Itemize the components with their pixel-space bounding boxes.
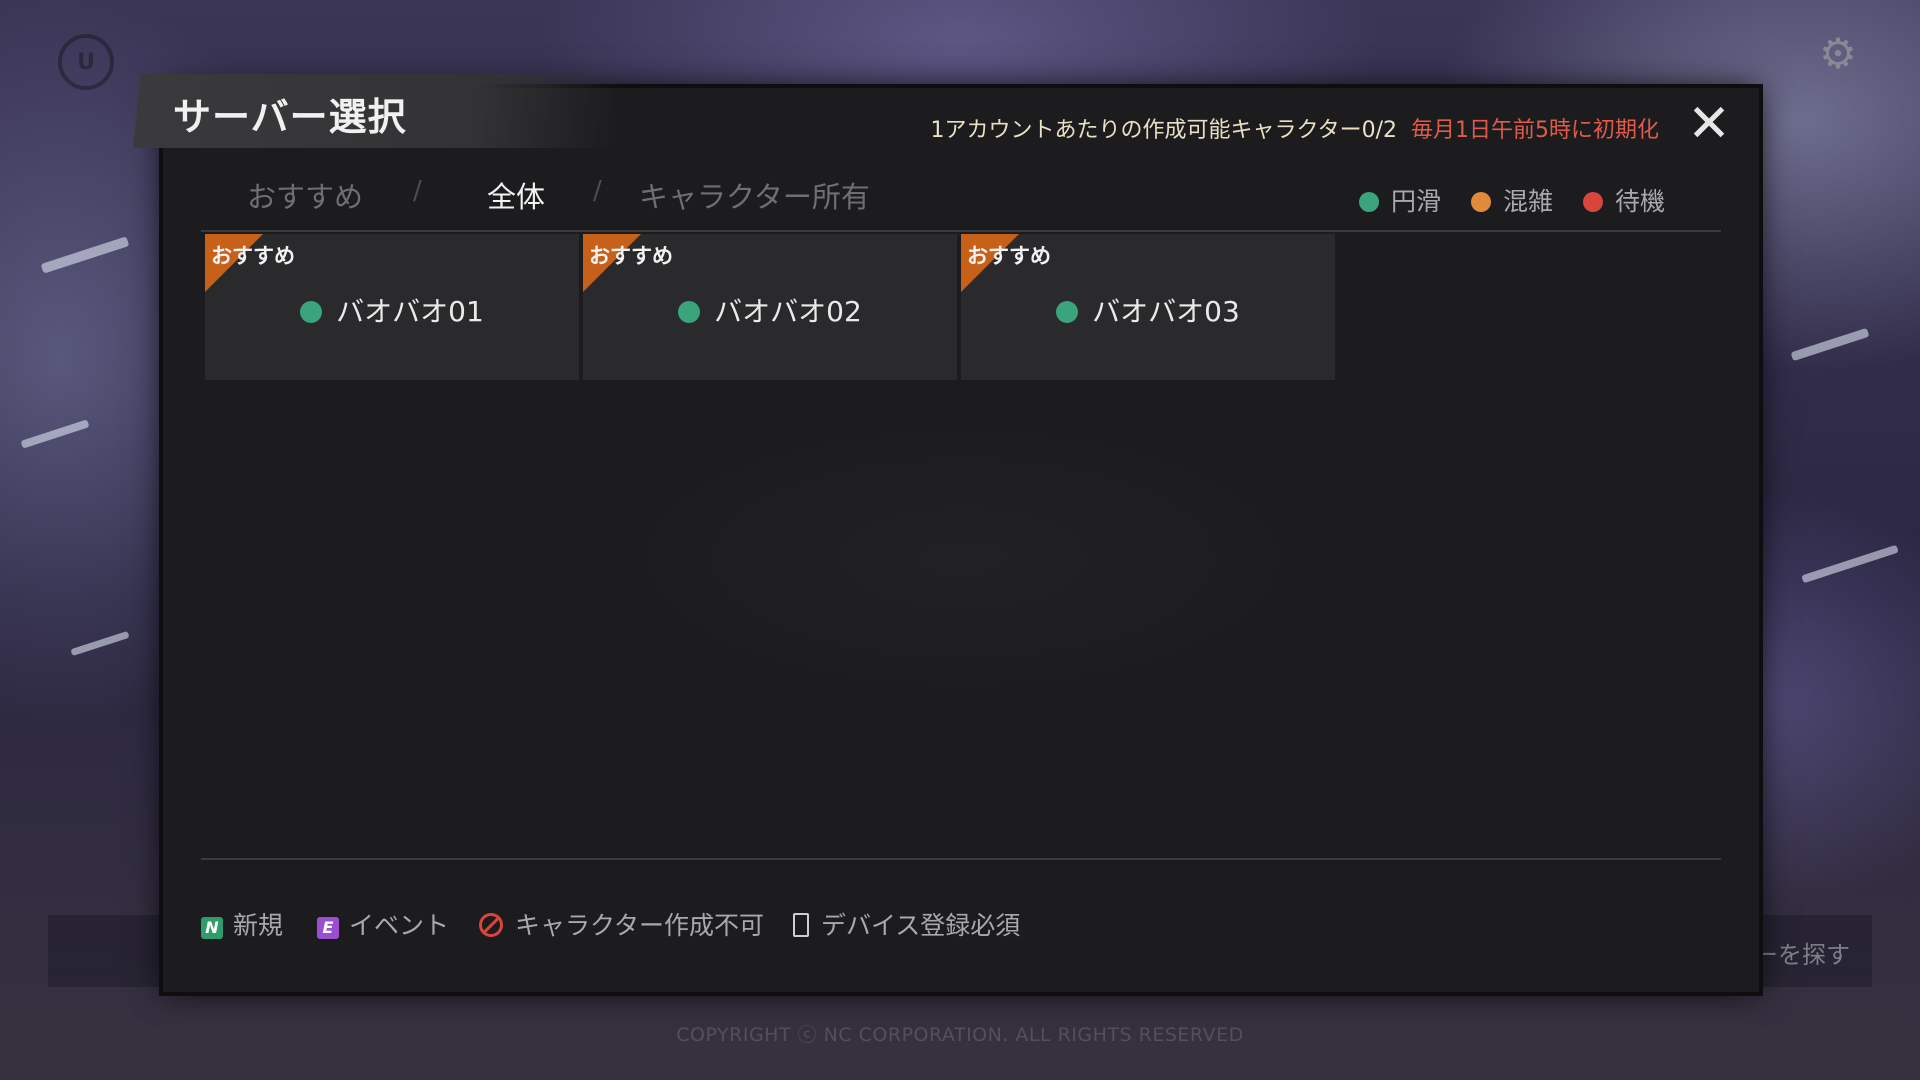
status-waiting-icon [1583, 192, 1603, 212]
status-smooth-icon [1056, 301, 1079, 323]
find-server-button[interactable]: ーを探す [1754, 935, 1850, 970]
server-card[interactable]: おすすめ バオバオ03 [961, 234, 1335, 380]
bottom-divider [201, 858, 1721, 860]
new-badge-icon: N [201, 917, 223, 939]
server-card[interactable]: おすすめ バオバオ01 [205, 234, 579, 380]
event-badge-icon: E [317, 917, 339, 939]
legend-label: 混雑 [1503, 187, 1554, 216]
status-smooth-icon [300, 301, 323, 323]
server-row: バオバオ03 [961, 290, 1335, 330]
tab-character-owned[interactable]: キャラクター所有 [639, 174, 870, 216]
legend-device: デバイス登録必須 [793, 906, 1020, 942]
close-icon[interactable]: ✕ [1685, 98, 1733, 150]
copyright-text: COPYRIGHT ⓒ NC CORPORATION. ALL RIGHTS R… [676, 1024, 1244, 1046]
status-smooth-icon [678, 301, 701, 323]
server-row: バオバオ02 [583, 290, 957, 330]
tab-recommended[interactable]: おすすめ [247, 174, 363, 216]
server-name: バオバオ03 [1092, 295, 1240, 328]
legend-label: イベント [349, 911, 450, 940]
settings-gear-icon[interactable]: ⚙ [1816, 32, 1860, 76]
recommended-badge: おすすめ [211, 244, 295, 268]
reset-info: 毎月1日午前5時に初期化 [1411, 118, 1659, 143]
legend-label: 新規 [233, 911, 284, 940]
legend-waiting: 待機 [1583, 182, 1665, 218]
legend-crowded: 混雑 [1471, 182, 1553, 218]
tab-separator: / [413, 176, 422, 206]
server-name: バオバオ02 [714, 295, 862, 328]
server-name: バオバオ01 [336, 295, 484, 328]
footer-legend: N 新規 E イベント キャラクター作成不可 デバイス登録必須 [201, 906, 1101, 946]
top-divider [201, 230, 1721, 232]
legend-smooth: 円滑 [1359, 182, 1441, 218]
engine-logo-icon: U [58, 34, 114, 90]
no-entry-icon [479, 913, 503, 937]
tab-separator: / [593, 176, 602, 206]
legend-event: E イベント [317, 906, 449, 942]
server-select-modal: サーバー選択 1アカウントあたりの作成可能キャラクター0/2 毎月1日午前5時に… [133, 74, 1759, 992]
phone-icon [793, 913, 809, 937]
status-smooth-icon [1359, 192, 1379, 212]
legend-label: キャラクター作成不可 [515, 911, 765, 940]
legend-label: デバイス登録必須 [821, 911, 1021, 940]
modal-title: サーバー選択 [173, 95, 407, 139]
recommended-badge: おすすめ [589, 244, 673, 268]
server-row: バオバオ01 [205, 290, 579, 330]
status-crowded-icon [1471, 192, 1491, 212]
legend-label: 円滑 [1391, 187, 1442, 216]
tab-all[interactable]: 全体 [487, 174, 545, 216]
server-card[interactable]: おすすめ バオバオ02 [583, 234, 957, 380]
legend-label: 待機 [1615, 187, 1666, 216]
status-legend: 円滑 混雑 待機 [1359, 182, 1689, 222]
legend-new: N 新規 [201, 906, 283, 942]
legend-no-create: キャラクター作成不可 [479, 906, 764, 942]
recommended-badge: おすすめ [967, 244, 1051, 268]
character-limit-info: 1アカウントあたりの作成可能キャラクター0/2 [930, 118, 1397, 143]
